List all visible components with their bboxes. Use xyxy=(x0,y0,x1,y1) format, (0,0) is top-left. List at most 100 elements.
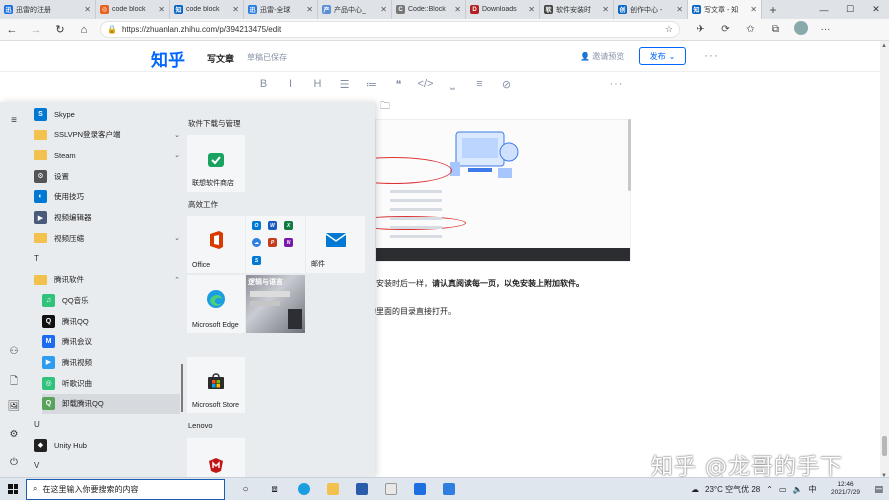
app-list-letter-header[interactable]: U xyxy=(34,415,180,435)
close-tab-icon[interactable]: ✕ xyxy=(380,5,387,14)
tray-chevron-icon[interactable]: ⌃ xyxy=(766,485,773,494)
editor-scrollbar[interactable] xyxy=(628,119,631,191)
app-list-item[interactable]: 视频压缩 ⌄ xyxy=(34,228,180,248)
browser-tab[interactable]: D Downloads ✕ xyxy=(466,0,540,19)
back-icon[interactable]: ← xyxy=(0,24,24,36)
minimize-button[interactable]: — xyxy=(811,5,837,15)
tile-office-apps[interactable]: O W X ☁ P N S xyxy=(246,216,305,273)
page-scrollbar[interactable]: ▲ ▼ xyxy=(880,41,889,481)
heading-icon[interactable]: H xyxy=(304,78,331,90)
task-view-icon[interactable]: ⧈ xyxy=(260,478,289,500)
ime-icon[interactable]: 中 xyxy=(808,484,816,495)
close-window-button[interactable]: ✕ xyxy=(863,4,889,15)
extension-icon[interactable]: ✈ xyxy=(688,24,713,35)
hamburger-menu-icon[interactable]: ≡ xyxy=(0,115,28,126)
formula-icon[interactable]: ⎵ xyxy=(439,78,466,91)
bold-icon[interactable]: B xyxy=(250,78,277,90)
settings-menu-icon[interactable]: ··· xyxy=(813,24,838,35)
app-list-item[interactable]: SSLVPN登录客户端 ⌄ xyxy=(34,125,180,145)
close-tab-icon[interactable]: ✕ xyxy=(750,5,757,14)
browser-tab[interactable]: 软软件安装时 ✕ xyxy=(540,0,614,19)
favorite-star-icon[interactable]: ☆ xyxy=(665,24,673,35)
new-tab-button[interactable]: + xyxy=(762,0,784,19)
close-tab-icon[interactable]: ✕ xyxy=(676,5,683,14)
start-button[interactable] xyxy=(0,478,26,500)
cortana-icon[interactable]: ○ xyxy=(231,478,260,500)
app-list-letter-header[interactable]: T xyxy=(34,249,180,269)
close-tab-icon[interactable]: ✕ xyxy=(232,5,239,14)
clear-format-icon[interactable]: ⊘ xyxy=(493,78,520,91)
app-list-item[interactable]: ⚙ 设置 xyxy=(34,166,180,186)
app-list-item[interactable]: ♫ QQ音乐 xyxy=(42,290,180,310)
paint-taskbar-icon[interactable] xyxy=(376,478,405,500)
collections-icon[interactable]: ⧉ xyxy=(763,24,788,35)
account-icon[interactable] xyxy=(788,21,813,38)
maximize-button[interactable]: ☐ xyxy=(837,4,863,15)
close-tab-icon[interactable]: ✕ xyxy=(602,5,609,14)
app-list-item[interactable]: 腾讯软件 ⌃ xyxy=(34,270,180,290)
user-icon[interactable]: ⚇ xyxy=(0,346,28,357)
file-explorer-icon[interactable] xyxy=(318,478,347,500)
gear-icon[interactable]: ⚙ xyxy=(0,429,28,440)
folder-icon[interactable]: 🗀 xyxy=(375,99,395,116)
more-options-button[interactable]: ··· xyxy=(704,48,719,62)
power-icon[interactable]: ⏻ xyxy=(0,457,28,468)
tile-mcafee[interactable] xyxy=(187,438,245,477)
browser-tab[interactable]: 迅迅雷的注册 ✕ xyxy=(0,0,96,19)
image-editor-icon[interactable] xyxy=(434,478,463,500)
app-list-item[interactable]: S Skype xyxy=(34,104,180,124)
app-list-letter-header[interactable]: V xyxy=(34,456,180,476)
weather-text[interactable]: 23°C 空气优 28 xyxy=(705,484,760,495)
refresh-icon[interactable]: ↻ xyxy=(48,23,72,36)
tile-lenovo-store[interactable]: 联想软件商店 xyxy=(187,135,245,192)
app-list-item[interactable]: ▶ 腾讯视频 xyxy=(42,352,180,372)
clock[interactable]: 12:46 2021/7/29 xyxy=(822,481,868,497)
publish-button[interactable]: 发布 ⌄ xyxy=(639,47,686,65)
pictures-icon[interactable]: 🖼 xyxy=(0,401,28,412)
network-icon[interactable]: ▭ xyxy=(779,485,787,494)
favorites-icon[interactable]: ✩ xyxy=(738,24,763,35)
tile-office[interactable]: Office xyxy=(187,216,245,273)
feather-app-icon[interactable] xyxy=(405,478,434,500)
scroll-thumb[interactable] xyxy=(882,436,887,456)
app-list-item[interactable]: Steam ⌄ xyxy=(34,145,180,165)
document-icon[interactable]: 🗋 xyxy=(0,374,28,391)
tile-edge[interactable]: Microsoft Edge xyxy=(187,275,245,333)
ordered-list-icon[interactable]: ☰ xyxy=(331,78,358,91)
browser-tab[interactable]: C Code::Block ✕ xyxy=(392,0,466,19)
app-list-item[interactable]: ▶ 视频编辑器 xyxy=(34,208,180,228)
tile-microsoft-store[interactable]: Microsoft Store xyxy=(187,357,245,413)
refresh-extension-icon[interactable]: ⟳ xyxy=(713,24,738,35)
home-icon[interactable]: ⌂ xyxy=(72,24,96,36)
browser-tab[interactable]: 知写文章 - 知 ✕ xyxy=(688,0,762,19)
app-list-item[interactable]: Q 卸载腾讯QQ xyxy=(42,393,180,414)
close-tab-icon[interactable]: ✕ xyxy=(454,5,461,14)
toolbar-more-button[interactable]: ··· xyxy=(603,78,630,90)
scroll-up-icon[interactable]: ▲ xyxy=(881,43,887,49)
close-tab-icon[interactable]: ✕ xyxy=(528,5,535,14)
app-list-item[interactable]: ◆ Unity Hub xyxy=(34,435,180,455)
unordered-list-icon[interactable]: ≔ xyxy=(358,78,385,91)
tile-mail[interactable]: 邮件 xyxy=(306,216,365,273)
volume-icon[interactable]: 🔈 xyxy=(793,485,803,494)
browser-tab[interactable]: 产产品中心_ ✕ xyxy=(318,0,392,19)
taskbar-search-input[interactable]: ⌕ 在这里输入你要搜索的内容 xyxy=(26,478,225,500)
tile-photos[interactable]: 逻辑与语言 xyxy=(246,275,305,333)
code-icon[interactable]: </> xyxy=(412,78,439,90)
app-list-item[interactable]: Q 腾讯QQ xyxy=(42,311,180,331)
close-tab-icon[interactable]: ✕ xyxy=(84,5,91,14)
close-tab-icon[interactable]: ✕ xyxy=(158,5,165,14)
app-list-item[interactable]: M 腾讯会议 xyxy=(42,332,180,352)
edge-taskbar-icon[interactable] xyxy=(289,478,318,500)
zhihu-logo[interactable]: 知乎 xyxy=(151,46,185,71)
notification-icon[interactable]: ▤ xyxy=(874,484,883,495)
close-tab-icon[interactable]: ✕ xyxy=(306,5,313,14)
app-list-item[interactable]: ◎ 听歌识曲 xyxy=(42,373,180,393)
invite-preview-button[interactable]: 👤 邀请预览 xyxy=(580,51,624,62)
photos-taskbar-icon[interactable] xyxy=(347,478,376,500)
app-list-item[interactable]: ◐ 使用技巧 xyxy=(34,187,180,207)
quote-icon[interactable]: ❝ xyxy=(385,78,412,91)
italic-icon[interactable]: I xyxy=(277,78,304,90)
forward-icon[interactable]: → xyxy=(24,24,48,36)
divider-icon[interactable]: ≡ xyxy=(466,78,493,90)
